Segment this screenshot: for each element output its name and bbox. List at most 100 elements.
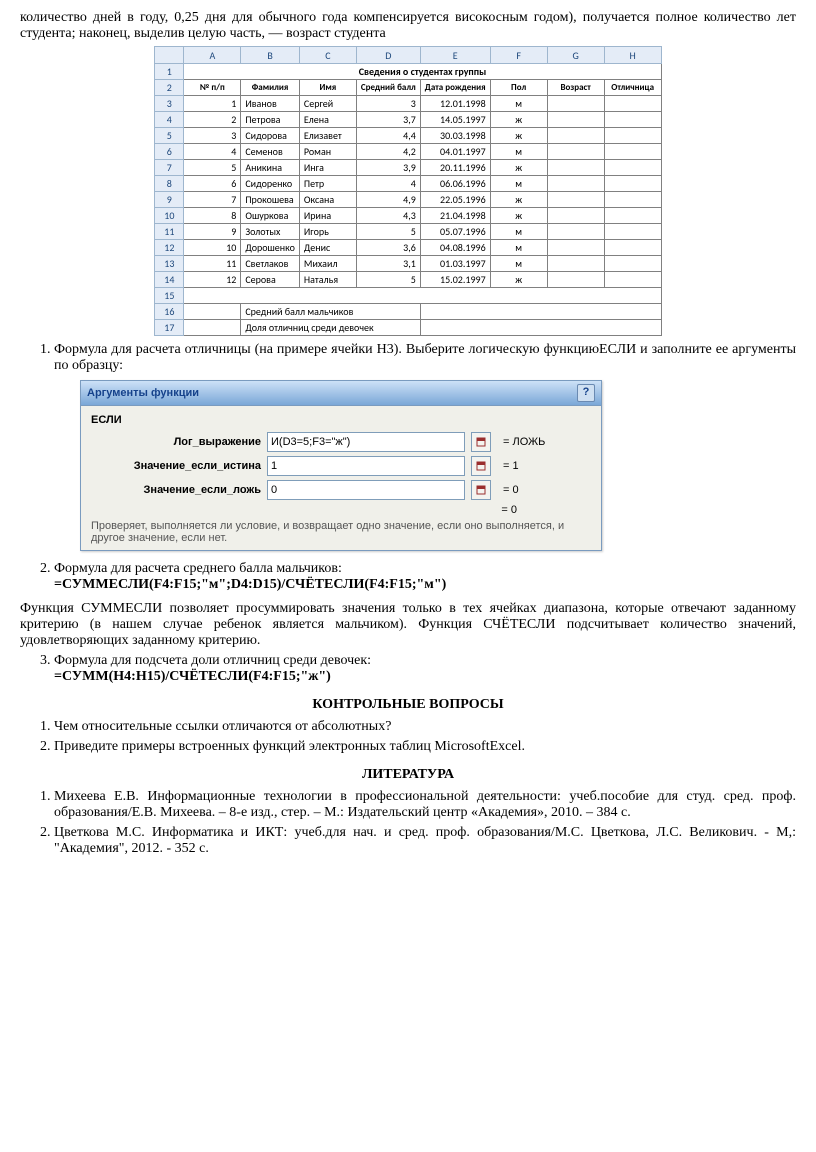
col-header: B xyxy=(241,47,300,64)
cell-sex: ж xyxy=(490,208,547,224)
cell-ball: 3,7 xyxy=(356,112,420,128)
cell-dob: 30.03.1998 xyxy=(420,128,490,144)
row-header: 4 xyxy=(155,112,184,128)
cell-ball: 4,3 xyxy=(356,208,420,224)
footer-label: Доля отличниц среди девочек xyxy=(241,320,420,336)
cell-dob: 01.03.1997 xyxy=(420,256,490,272)
cell-fam: Прокошева xyxy=(241,192,300,208)
range-picker-icon[interactable] xyxy=(471,480,491,500)
cell-dob: 20.11.1996 xyxy=(420,160,490,176)
cell-excellent xyxy=(604,208,661,224)
arg-label-log: Лог_выражение xyxy=(91,436,261,448)
header-cell: № п/п xyxy=(184,80,241,96)
header-cell: Возраст xyxy=(547,80,604,96)
cell-n: 11 xyxy=(184,256,241,272)
cell-dob: 04.01.1997 xyxy=(420,144,490,160)
row-header: 7 xyxy=(155,160,184,176)
spreadsheet-figure: A B C D E F G H 1 Сведения о студентах г… xyxy=(20,46,796,336)
row-header: 9 xyxy=(155,192,184,208)
cell-sex: ж xyxy=(490,192,547,208)
empty-cell xyxy=(184,304,241,320)
cell-sex: м xyxy=(490,144,547,160)
header-cell: Имя xyxy=(299,80,356,96)
arg-input-false[interactable]: 0 xyxy=(267,480,465,500)
question-1: Чем относительные ссылки отличаются от а… xyxy=(54,719,796,735)
cell-age xyxy=(547,112,604,128)
arg-input-true[interactable]: 1 xyxy=(267,456,465,476)
literature-1: Михеева Е.В. Информационные технологии в… xyxy=(54,789,796,821)
cell-fam: Светлаков xyxy=(241,256,300,272)
cell-ball: 4,4 xyxy=(356,128,420,144)
cell-excellent xyxy=(604,96,661,112)
range-picker-icon[interactable] xyxy=(471,456,491,476)
literature-heading: ЛИТЕРАТУРА xyxy=(20,767,796,783)
cell-age xyxy=(547,256,604,272)
cell-im: Сергей xyxy=(299,96,356,112)
steps-list-2: Формула для расчета среднего балла мальч… xyxy=(20,561,796,593)
question-2: Приведите примеры встроенных функций эле… xyxy=(54,739,796,755)
cell-fam: Аникина xyxy=(241,160,300,176)
dialog-function-name: ЕСЛИ xyxy=(91,414,591,426)
arg-label-false: Значение_если_ложь xyxy=(91,484,261,496)
range-picker-icon[interactable] xyxy=(471,432,491,452)
intro-paragraph: количество дней в году, 0,25 дня для обы… xyxy=(20,10,796,42)
cell-excellent xyxy=(604,192,661,208)
cell-im: Елена xyxy=(299,112,356,128)
cell-im: Игорь xyxy=(299,224,356,240)
cell-sex: ж xyxy=(490,160,547,176)
cell-ball: 4 xyxy=(356,176,420,192)
cell-n: 8 xyxy=(184,208,241,224)
cell-age xyxy=(547,160,604,176)
cell-sex: м xyxy=(490,256,547,272)
step-2: Формула для расчета среднего балла мальч… xyxy=(54,561,796,593)
header-cell: Дата рождения xyxy=(420,80,490,96)
col-header: D xyxy=(356,47,420,64)
spreadsheet-table: A B C D E F G H 1 Сведения о студентах г… xyxy=(154,46,661,336)
row-header: 15 xyxy=(155,288,184,304)
cell-age xyxy=(547,144,604,160)
cell-ball: 3 xyxy=(356,96,420,112)
cell-age xyxy=(547,224,604,240)
cell-ball: 4,2 xyxy=(356,144,420,160)
cell-im: Роман xyxy=(299,144,356,160)
cell-im: Петр xyxy=(299,176,356,192)
cell-age xyxy=(547,240,604,256)
cell-fam: Сидорова xyxy=(241,128,300,144)
dialog-titlebar: Аргументы функции ? xyxy=(81,381,601,406)
arg-result-true: = 1 xyxy=(503,460,519,472)
arg-result-log: = ЛОЖЬ xyxy=(503,436,545,448)
step-1: Формула для расчета отличницы (на пример… xyxy=(54,342,796,374)
dialog-title-text: Аргументы функции xyxy=(87,387,199,399)
help-icon[interactable]: ? xyxy=(577,384,595,402)
dialog-final-result: = 0 xyxy=(91,504,591,516)
cell-excellent xyxy=(604,160,661,176)
cell-n: 2 xyxy=(184,112,241,128)
col-header: A xyxy=(184,47,241,64)
questions-list: Чем относительные ссылки отличаются от а… xyxy=(20,719,796,755)
cell-im: Ирина xyxy=(299,208,356,224)
cell-n: 7 xyxy=(184,192,241,208)
cell-ball: 3,6 xyxy=(356,240,420,256)
step-2-text: Формула для расчета среднего балла мальч… xyxy=(54,561,342,576)
empty-cell xyxy=(184,320,241,336)
steps-list-3: Формула для подсчета доли отличниц среди… xyxy=(20,653,796,685)
literature-list: Михеева Е.В. Информационные технологии в… xyxy=(20,789,796,857)
footer-label: Средний балл мальчиков xyxy=(241,304,420,320)
arg-input-log[interactable]: И(D3=5;F3="ж") xyxy=(267,432,465,452)
step-3-text: Формула для подсчета доли отличниц среди… xyxy=(54,653,371,668)
cell-excellent xyxy=(604,144,661,160)
row-header: 8 xyxy=(155,176,184,192)
cell-dob: 04.08.1996 xyxy=(420,240,490,256)
header-cell: Фамилия xyxy=(241,80,300,96)
cell-im: Оксана xyxy=(299,192,356,208)
cell-age xyxy=(547,176,604,192)
cell-im: Наталья xyxy=(299,272,356,288)
cell-excellent xyxy=(604,128,661,144)
cell-ball: 4,9 xyxy=(356,192,420,208)
col-header: F xyxy=(490,47,547,64)
cell-sex: м xyxy=(490,176,547,192)
row-header: 3 xyxy=(155,96,184,112)
cell-age xyxy=(547,192,604,208)
cell-ball: 3,9 xyxy=(356,160,420,176)
dialog-figure: Аргументы функции ? ЕСЛИ Лог_выражение И… xyxy=(80,380,796,551)
